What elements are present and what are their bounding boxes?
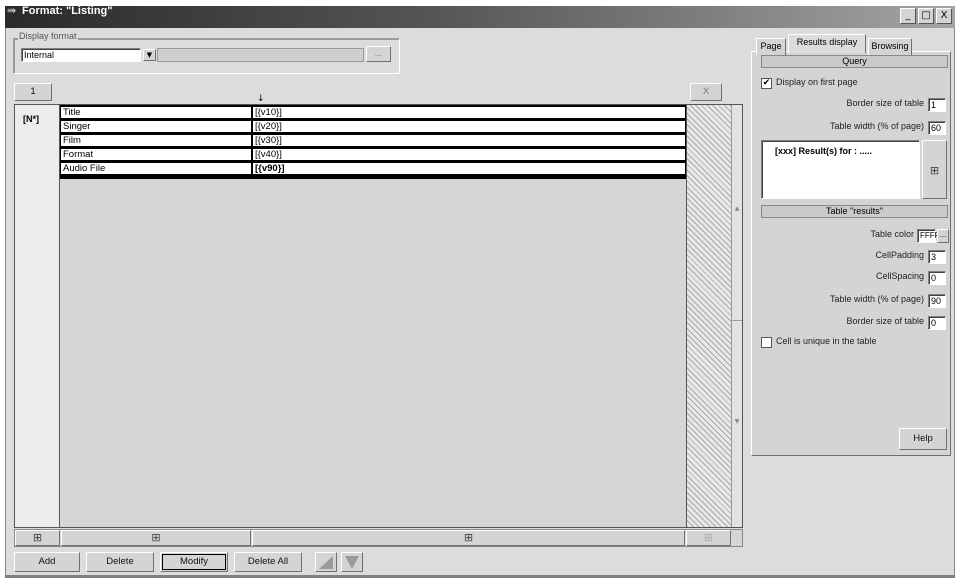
table-width-input[interactable]: 60 <box>928 121 946 135</box>
minimize-button[interactable]: _ <box>900 8 916 24</box>
scroll-up-icon[interactable]: ▲ <box>732 205 742 215</box>
results-border-size-label: Border size of table <box>846 316 924 326</box>
cellpadding-label: CellPadding <box>875 250 924 260</box>
column-tab-1[interactable]: 1 <box>14 83 52 101</box>
chevron-down-icon[interactable]: ▼ <box>143 49 156 61</box>
status-strip <box>5 575 955 578</box>
grid-icon[interactable]: ⊞ <box>922 140 947 199</box>
table-color-label: Table color <box>870 229 914 239</box>
cell-unique-checkbox[interactable] <box>761 337 772 348</box>
results-border-size-input[interactable]: 0 <box>928 316 946 330</box>
query-section-header: Query <box>761 55 948 68</box>
cellpadding-input[interactable]: 3 <box>928 250 946 264</box>
grid-icon[interactable]: ⊞ <box>15 530 60 546</box>
table-color-browse-button[interactable]: ... <box>937 229 949 243</box>
field-label[interactable]: Film <box>61 135 251 147</box>
display-first-page-checkbox[interactable]: ✔ <box>761 78 772 89</box>
field-value[interactable]: [{v40}] <box>253 149 685 161</box>
field-value[interactable]: [{v30}] <box>253 135 685 147</box>
row-gutter <box>15 105 60 527</box>
field-value-selected[interactable]: [{v90}] <box>253 163 685 175</box>
tab-page[interactable]: Page <box>756 38 786 55</box>
field-value[interactable]: [{v10}] <box>253 107 685 119</box>
editor-close-button[interactable]: X <box>690 83 722 101</box>
cursor-marker-icon: ↓ <box>257 94 265 104</box>
result-text: [xxx] Result(s) for : ..... <box>775 146 873 156</box>
add-button[interactable]: Add <box>14 552 80 572</box>
grid-icon[interactable]: ⊞ <box>61 530 251 546</box>
app-format-icon: ⇛ <box>7 4 17 17</box>
cellspacing-input[interactable]: 0 <box>928 271 946 285</box>
field-value[interactable]: [{v20}] <box>253 121 685 133</box>
border-size-input[interactable]: 1 <box>928 98 946 112</box>
display-format-browse-button[interactable]: ... <box>366 46 391 62</box>
help-button[interactable]: Help <box>899 428 947 450</box>
hatched-column <box>686 105 731 527</box>
modify-button[interactable]: Modify <box>160 552 228 572</box>
grid-icon[interactable]: ⊞ <box>686 530 731 546</box>
display-first-page-label: Display on first page <box>776 77 858 87</box>
results-table-width-input[interactable]: 90 <box>928 294 946 308</box>
vertical-scrollbar[interactable] <box>731 105 742 527</box>
delete-button[interactable]: Delete <box>86 552 154 572</box>
display-format-label: Display format <box>18 31 78 41</box>
field-label[interactable]: Singer <box>61 121 251 133</box>
move-up-button[interactable] <box>315 552 337 572</box>
border-size-label: Border size of table <box>846 98 924 108</box>
move-up-icon <box>319 556 333 569</box>
scroll-divider <box>732 320 742 321</box>
move-down-icon <box>345 556 359 569</box>
scroll-down-icon[interactable]: ▼ <box>732 418 742 428</box>
field-label[interactable]: Title <box>61 107 251 119</box>
title-bar[interactable] <box>5 6 955 28</box>
row-label: [N*] <box>23 114 39 124</box>
tab-results-display[interactable]: Results display <box>788 34 866 53</box>
maximize-button[interactable]: □ <box>918 8 934 24</box>
table-results-header: Table "results" <box>761 205 948 218</box>
cell-unique-label: Cell is unique in the table <box>776 336 877 346</box>
tab-browsing[interactable]: Browsing <box>868 38 912 55</box>
field-label[interactable]: Format <box>61 149 251 161</box>
results-table-width-label: Table width (% of page) <box>829 294 924 304</box>
grid-icon[interactable]: ⊞ <box>252 530 685 546</box>
delete-all-button[interactable]: Delete All <box>234 552 302 572</box>
close-button[interactable]: X <box>936 8 952 24</box>
display-format-path <box>157 48 364 62</box>
move-down-button[interactable] <box>341 552 363 572</box>
field-label[interactable]: Audio File <box>61 163 251 175</box>
cellspacing-label: CellSpacing <box>875 271 924 281</box>
table-width-label: Table width (% of page) <box>829 121 924 131</box>
display-format-select[interactable]: Internal <box>21 48 141 62</box>
window-title: Format: "Listing" <box>22 5 113 17</box>
table-color-input[interactable]: FFFFFF <box>917 229 949 243</box>
